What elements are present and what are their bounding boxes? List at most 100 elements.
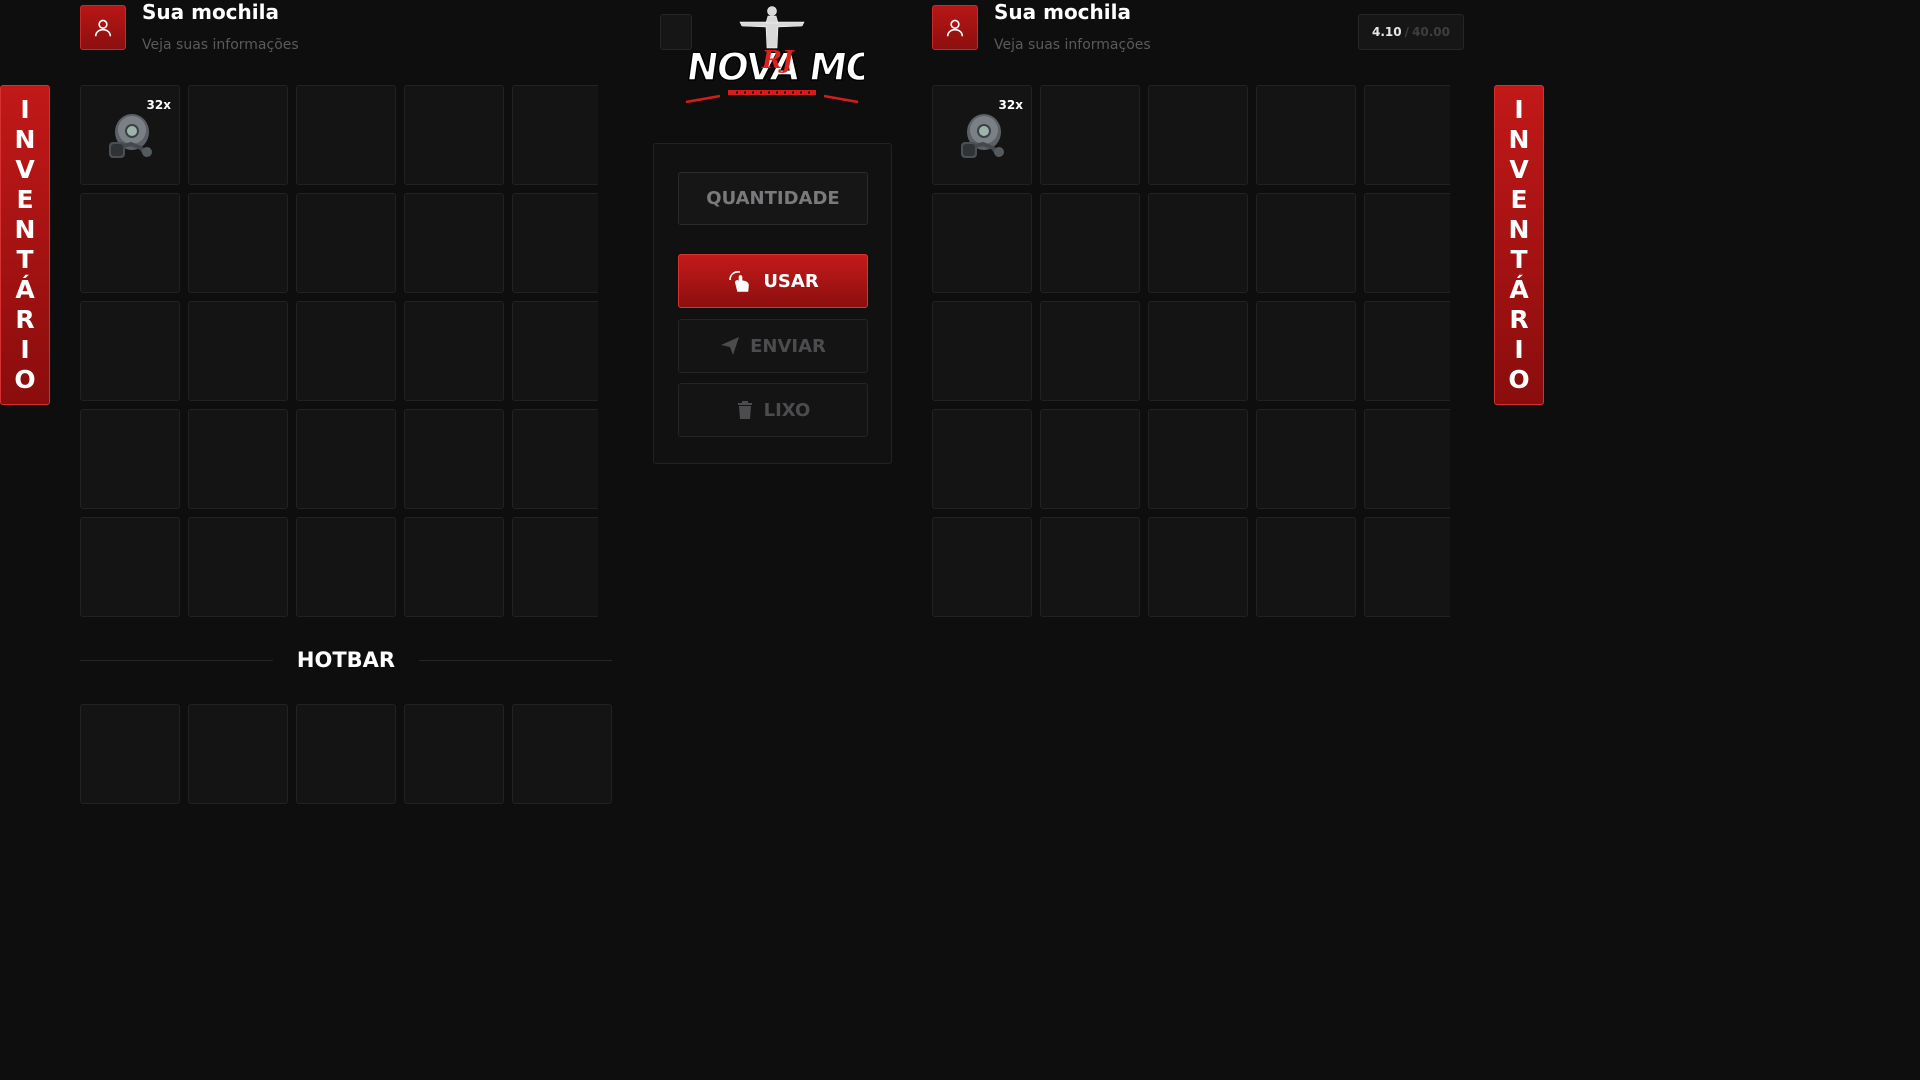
send-label: ENVIAR [750, 335, 826, 357]
inventory-slot[interactable] [1364, 517, 1450, 617]
inventory-slot[interactable] [1364, 85, 1450, 185]
inventory-slot[interactable] [404, 409, 504, 509]
inventory-tab-left[interactable]: INVENTÁRIO [0, 85, 50, 405]
trash-icon [736, 400, 754, 420]
gas-mask-icon [953, 108, 1011, 166]
inventory-slot[interactable] [80, 193, 180, 293]
weight-max: 40.00 [1412, 25, 1450, 39]
inventory-slot[interactable] [1148, 409, 1248, 509]
inventory-slot[interactable] [1148, 193, 1248, 293]
inventory-tab-right[interactable]: INVENTÁRIO [1494, 85, 1544, 405]
tab-letter: R [15, 305, 35, 334]
hotbar-slot[interactable] [188, 704, 288, 804]
inventory-slot[interactable] [1040, 193, 1140, 293]
inventory-slot[interactable] [1256, 517, 1356, 617]
tab-letter: V [1509, 155, 1529, 184]
inventory-slot[interactable] [512, 517, 598, 617]
inventory-slot[interactable] [932, 301, 1032, 401]
inventory-slot[interactable] [932, 409, 1032, 509]
hotbar-slot[interactable] [80, 704, 180, 804]
quantity-input[interactable] [678, 172, 868, 225]
tab-letter: Á [15, 275, 35, 304]
weight-separator: / [1404, 25, 1410, 39]
divider [80, 659, 273, 661]
inventory-slot[interactable] [512, 85, 598, 185]
tab-letter: R [1509, 305, 1529, 334]
send-button[interactable]: ENVIAR [678, 319, 868, 373]
use-label: USAR [763, 270, 819, 292]
inventory-grid-right[interactable]: 32x [932, 85, 1450, 617]
inventory-slot[interactable] [404, 193, 504, 293]
tab-letter: N [14, 215, 36, 244]
tab-letter: T [1510, 245, 1528, 274]
backpack-header-left: Sua mochila Veja suas informações [80, 0, 692, 53]
inventory-slot[interactable] [188, 301, 288, 401]
inventory-slot[interactable] [1256, 85, 1356, 185]
send-arrow-icon [720, 336, 740, 356]
hotbar-slot[interactable] [296, 704, 396, 804]
inventory-slot[interactable] [1040, 85, 1140, 185]
inventory-slot[interactable] [1040, 301, 1140, 401]
inventory-slot[interactable] [512, 409, 598, 509]
item-quantity: 32x [998, 98, 1023, 112]
inventory-slot[interactable] [1364, 409, 1450, 509]
inventory-slot[interactable] [932, 193, 1032, 293]
tab-letter: I [20, 95, 30, 124]
inventory-slot[interactable] [80, 517, 180, 617]
inventory-slot[interactable] [80, 301, 180, 401]
inventory-slot[interactable] [296, 85, 396, 185]
inventory-slot[interactable] [1364, 193, 1450, 293]
inventory-slot[interactable]: 32x [932, 85, 1032, 185]
tab-letter: E [1510, 185, 1528, 214]
inventory-slot[interactable] [512, 301, 598, 401]
user-icon [80, 5, 126, 50]
inventory-slot[interactable] [296, 301, 396, 401]
inventory-slot[interactable] [80, 409, 180, 509]
inventory-slot[interactable] [188, 517, 288, 617]
backpack-title: Sua mochila [994, 0, 1131, 24]
inventory-slot[interactable] [1256, 193, 1356, 293]
hotbar-slot[interactable] [404, 704, 504, 804]
server-logo: NOVA MODA RJ [680, 2, 939, 106]
gas-mask-icon [101, 108, 159, 166]
tab-letter: I [1514, 335, 1524, 364]
backpack-subtitle: Veja suas informações [142, 37, 299, 53]
inventory-slot[interactable] [296, 409, 396, 509]
action-panel: USAR ENVIAR LIXO [653, 143, 892, 464]
user-icon [932, 5, 978, 50]
inventory-slot[interactable] [404, 85, 504, 185]
use-button[interactable]: USAR [678, 254, 868, 308]
inventory-slot[interactable] [1364, 301, 1450, 401]
tab-letter: N [14, 125, 36, 154]
weight-indicator: 4.10 / 40.00 [1358, 14, 1464, 50]
inventory-slot[interactable] [296, 193, 396, 293]
inventory-slot[interactable] [1148, 517, 1248, 617]
backpack-subtitle: Veja suas informações [994, 37, 1151, 53]
inventory-slot[interactable] [188, 409, 288, 509]
inventory-slot[interactable] [1148, 301, 1248, 401]
inventory-slot[interactable] [1040, 409, 1140, 509]
inventory-slot[interactable] [1040, 517, 1140, 617]
weight-current: 4.10 [1372, 25, 1402, 39]
tab-letter: I [20, 335, 30, 364]
tab-letter: E [16, 185, 34, 214]
tab-letter: Á [1509, 275, 1529, 304]
inventory-slot[interactable] [1256, 409, 1356, 509]
tab-letter: V [15, 155, 35, 184]
inventory-slot[interactable] [296, 517, 396, 617]
inventory-slot[interactable] [1148, 85, 1248, 185]
hotbar-slots [80, 704, 612, 804]
inventory-slot[interactable] [512, 193, 598, 293]
trash-button[interactable]: LIXO [678, 383, 868, 437]
inventory-slot[interactable]: 32x [80, 85, 180, 185]
hotbar-title: HOTBAR [296, 648, 396, 672]
hotbar-slot[interactable] [512, 704, 612, 804]
inventory-slot[interactable] [1256, 301, 1356, 401]
inventory-slot[interactable] [188, 193, 288, 293]
inventory-slot[interactable] [932, 517, 1032, 617]
inventory-grid-left[interactable]: 32x [80, 85, 598, 617]
tab-letter: O [1508, 365, 1530, 394]
inventory-slot[interactable] [404, 301, 504, 401]
inventory-slot[interactable] [188, 85, 288, 185]
inventory-slot[interactable] [404, 517, 504, 617]
